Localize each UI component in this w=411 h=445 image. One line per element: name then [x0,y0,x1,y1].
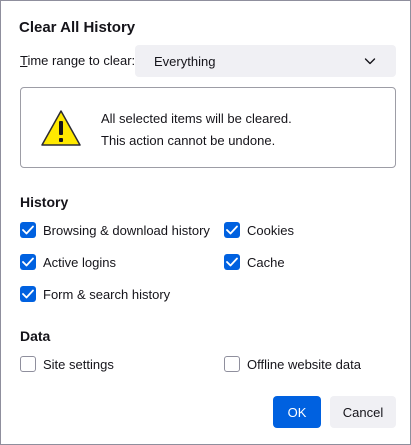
checkbox-active-logins[interactable]: Active logins [20,254,116,270]
checkbox-offline-website-data[interactable]: Offline website data [224,356,361,372]
checkbox-cache[interactable]: Cache [224,254,285,270]
time-range-select[interactable]: Everything [135,45,396,77]
checkbox-unchecked-icon[interactable] [20,356,36,372]
checkbox-unchecked-icon[interactable] [224,356,240,372]
time-range-value: Everything [154,54,216,69]
checkbox-label: Cookies [247,222,294,238]
cancel-button[interactable]: Cancel [330,396,396,428]
checkbox-checked-icon[interactable] [20,254,36,270]
checkbox-cookies[interactable]: Cookies [224,222,294,238]
chevron-down-icon [364,58,376,65]
checkbox-label: Active logins [43,254,116,270]
checkbox-label: Cache [247,254,285,270]
checkbox-form-search-history[interactable]: Form & search history [20,286,170,302]
warning-icon [41,110,81,146]
checkbox-checked-icon[interactable] [20,222,36,238]
checkbox-site-settings[interactable]: Site settings [20,356,114,372]
checkbox-checked-icon[interactable] [20,286,36,302]
warning-text-line1: All selected items will be cleared. [101,111,292,126]
warning-box: All selected items will be cleared. This… [20,87,396,168]
checkbox-label: Site settings [43,356,114,372]
time-range-label-text: ime range to clear: [27,53,136,68]
data-heading: Data [20,328,51,344]
ok-button[interactable]: OK [273,396,321,428]
dialog-title: Clear All History [19,19,136,36]
checkbox-label: Form & search history [43,286,171,302]
history-heading: History [20,194,69,210]
time-range-label: Time range to clear: [20,53,135,68]
clear-history-dialog: Clear All History Time range to clear: E… [0,0,411,445]
checkbox-browsing-download-history[interactable]: Browsing & download history [20,222,210,238]
checkbox-checked-icon[interactable] [224,222,240,238]
checkbox-label: Offline website data [247,356,361,372]
checkbox-label: Browsing & download history [43,222,210,238]
checkbox-checked-icon[interactable] [224,254,240,270]
warning-text-line2: This action cannot be undone. [101,133,276,148]
